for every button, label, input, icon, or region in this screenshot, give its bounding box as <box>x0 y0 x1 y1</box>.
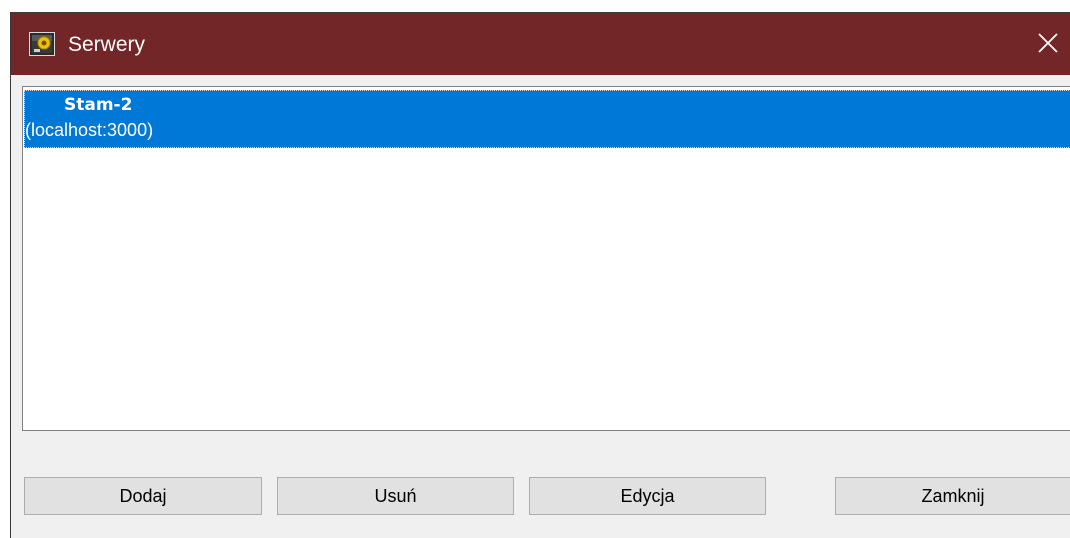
server-address: (localhost:3000) <box>25 120 154 140</box>
server-list[interactable]: Stam-2 (localhost:3000) <box>22 86 1070 431</box>
close-icon <box>1038 33 1058 53</box>
edit-button[interactable]: Edycja <box>529 477 766 515</box>
server-name: Stam-2 <box>64 95 133 115</box>
servers-dialog: Serwery Stam-2 (localhost:3000) Dodaj Us… <box>10 12 1070 538</box>
close-window-button[interactable] <box>1025 13 1070 75</box>
server-app-icon <box>29 32 55 56</box>
title-bar[interactable]: Serwery <box>11 13 1070 75</box>
window-title: Serwery <box>68 33 146 56</box>
remove-button[interactable]: Usuń <box>277 477 514 515</box>
add-button[interactable]: Dodaj <box>24 477 262 515</box>
server-list-item[interactable]: Stam-2 (localhost:3000) <box>24 90 1070 148</box>
close-button[interactable]: Zamknij <box>835 477 1070 515</box>
